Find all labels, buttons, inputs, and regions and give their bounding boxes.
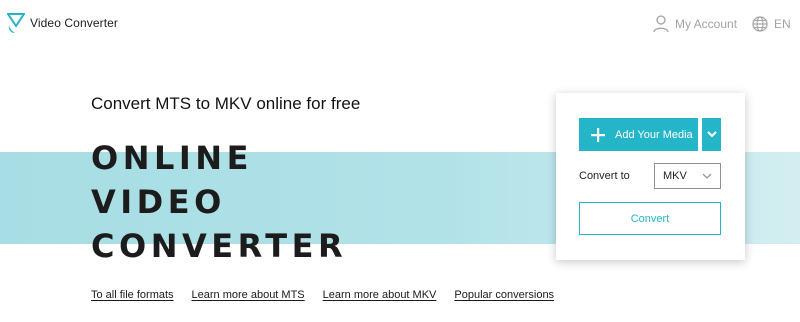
converter-card: Add Your Media Convert to MKV Convert	[556, 93, 745, 260]
brand-name[interactable]: Video Converter	[30, 16, 118, 30]
link-learn-more-mts[interactable]: Learn more about MTS	[192, 289, 305, 301]
chevron-down-icon	[702, 173, 712, 179]
hero-title: ONLINE VIDEO CONVERTER	[91, 136, 347, 268]
link-learn-more-mkv[interactable]: Learn more about MKV	[323, 289, 437, 301]
plus-icon	[591, 127, 605, 142]
my-account-link[interactable]: My Account	[653, 14, 737, 34]
related-links: To all file formats Learn more about MTS…	[91, 289, 572, 301]
user-icon	[653, 15, 669, 33]
link-popular-conversions[interactable]: Popular conversions	[454, 289, 554, 301]
add-media-dropdown-button[interactable]	[702, 118, 721, 151]
language-label: EN	[774, 17, 791, 31]
page-subtitle: Convert MTS to MKV online for free	[91, 94, 361, 113]
language-selector[interactable]: EN	[752, 14, 791, 34]
format-select[interactable]: MKV	[654, 163, 721, 189]
selected-format: MKV	[663, 170, 687, 182]
convert-to-label: Convert to	[579, 170, 630, 182]
chevron-down-icon	[706, 131, 717, 138]
add-media-label: Add Your Media	[615, 128, 693, 141]
site-header: Video Converter My Account EN	[0, 0, 800, 48]
my-account-label: My Account	[675, 17, 738, 31]
logo-icon[interactable]	[7, 12, 25, 34]
add-media-button[interactable]: Add Your Media	[579, 118, 698, 151]
hero-title-line: CONVERTER	[91, 227, 348, 265]
hero-title-line: ONLINE	[91, 139, 253, 177]
globe-icon	[752, 16, 768, 32]
hero-title-line: VIDEO	[91, 183, 226, 221]
link-all-file-formats[interactable]: To all file formats	[91, 289, 174, 301]
convert-button[interactable]: Convert	[579, 202, 721, 235]
